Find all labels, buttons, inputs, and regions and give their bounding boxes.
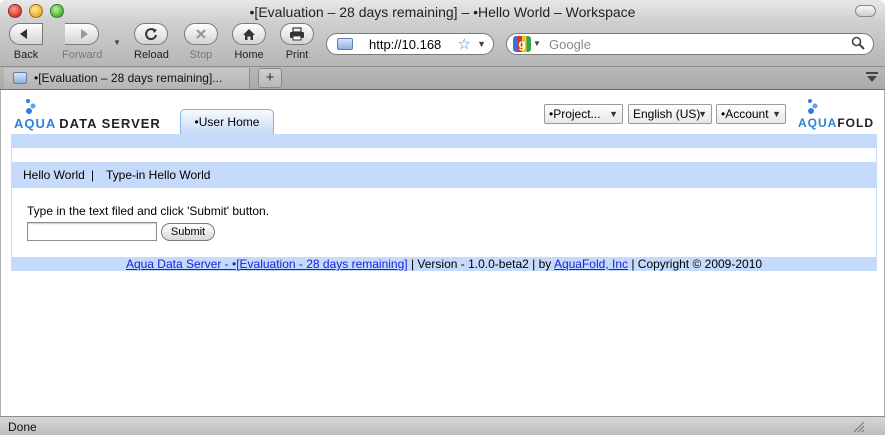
back-label: Back	[13, 49, 39, 61]
web-page: AQUA DATA SERVER •User Home •Project... ▼…	[0, 90, 885, 416]
chevron-down-icon: ▼	[609, 109, 618, 119]
home-icon	[232, 23, 266, 45]
window-title: •[Evaluation – 28 days remaining] – •Hel…	[249, 4, 636, 20]
project-select-value: •Project...	[549, 107, 601, 121]
address-bar[interactable]: http://10.168 ☆ ▼	[326, 33, 494, 55]
product-link[interactable]: Aqua Data Server - •[Evaluation - 28 day…	[126, 257, 408, 271]
search-engine-dropdown-icon[interactable]: ▼	[533, 39, 541, 48]
reload-button[interactable]: Reload	[134, 23, 169, 61]
logo-aqua-text: AQUA	[14, 116, 57, 131]
tab-list-icon[interactable]	[865, 71, 879, 83]
hello-text-input[interactable]	[27, 222, 157, 241]
url-text[interactable]: http://10.168	[369, 37, 441, 52]
toolbar-toggle-button[interactable]	[855, 5, 876, 17]
search-input[interactable]: Google	[549, 37, 591, 52]
search-bar[interactable]: g ▼ Google	[506, 33, 874, 55]
chevron-down-icon: ▼	[698, 109, 707, 119]
resize-grip-icon[interactable]	[851, 420, 865, 432]
stop-icon	[184, 23, 218, 45]
form-panel: Type in the text filed and click 'Submit…	[11, 188, 877, 257]
status-bar: Done	[0, 416, 885, 435]
forward-label: Forward	[62, 49, 103, 61]
bubbles-icon	[26, 99, 36, 114]
status-text: Done	[8, 420, 37, 434]
company-link[interactable]: AquaFold, Inc	[554, 257, 628, 271]
logo-data-server-text: DATA SERVER	[59, 116, 161, 131]
breadcrumb: Hello World | Type-in Hello World	[11, 162, 877, 188]
nav-separator: |	[91, 168, 95, 182]
nav-hello-world-link[interactable]: Hello World	[23, 168, 85, 182]
printer-icon	[280, 23, 314, 45]
site-favicon-icon	[337, 38, 353, 50]
tab-label: •[Evaluation – 28 days remaining]...	[34, 71, 223, 85]
window-titlebar: •[Evaluation – 28 days remaining] – •Hel…	[0, 0, 885, 22]
google-search-engine-icon[interactable]: g	[513, 36, 531, 52]
logo-aqua-text: AQUA	[798, 116, 838, 130]
chevron-down-icon: ▼	[772, 109, 781, 119]
home-label: Home	[234, 49, 264, 61]
forward-button[interactable]: Forward	[62, 23, 102, 61]
header-spacer	[11, 148, 877, 162]
stop-button[interactable]: Stop	[184, 23, 218, 61]
reload-icon	[134, 23, 169, 45]
reload-label: Reload	[134, 49, 169, 61]
account-select[interactable]: •Account ▼	[716, 104, 786, 124]
stop-label: Stop	[189, 49, 213, 61]
logo-fold-text: FOLD	[837, 116, 875, 130]
history-menu-icon[interactable]: ▼	[113, 38, 121, 47]
language-select-value: English (US)	[633, 107, 701, 121]
instruction-text: Type in the text filed and click 'Submit…	[27, 204, 270, 218]
aquafold-logo: AQUAFOLD	[797, 96, 879, 132]
search-icon[interactable]	[851, 36, 865, 53]
copyright-text: | Copyright © 2009-2010	[628, 257, 763, 271]
tab-evaluation[interactable]: •[Evaluation – 28 days remaining]...	[4, 68, 250, 89]
aqua-data-server-logo: AQUA DATA SERVER	[14, 96, 164, 132]
account-select-value: •Account	[721, 107, 769, 121]
address-dropdown-icon[interactable]: ▼	[477, 39, 486, 49]
version-text: | Version - 1.0.0-beta2 | by	[407, 257, 554, 271]
header-band	[11, 134, 877, 148]
language-select[interactable]: English (US) ▼	[628, 104, 712, 124]
submit-button[interactable]: Submit	[161, 223, 215, 241]
back-arrow-icon	[9, 23, 43, 45]
new-tab-button[interactable]: +	[258, 68, 282, 88]
browser-toolbar: Back Forward ▼ Reload Stop Home Print ht…	[0, 22, 885, 66]
tab-favicon-icon	[13, 72, 27, 84]
tab-strip: •[Evaluation – 28 days remaining]... +	[0, 66, 885, 90]
print-button[interactable]: Print	[280, 23, 314, 61]
print-label: Print	[285, 49, 309, 61]
bubbles-icon	[808, 99, 818, 114]
home-button[interactable]: Home	[232, 23, 266, 61]
project-select[interactable]: •Project... ▼	[544, 104, 623, 124]
nav-type-in-hello-world-link[interactable]: Type-in Hello World	[106, 168, 210, 182]
forward-arrow-icon	[65, 23, 100, 45]
back-button[interactable]: Back	[9, 23, 43, 61]
bookmark-star-icon[interactable]: ☆	[458, 35, 471, 53]
page-footer: Aqua Data Server - •[Evaluation - 28 day…	[11, 257, 877, 271]
tab-user-home[interactable]: •User Home	[180, 109, 274, 134]
